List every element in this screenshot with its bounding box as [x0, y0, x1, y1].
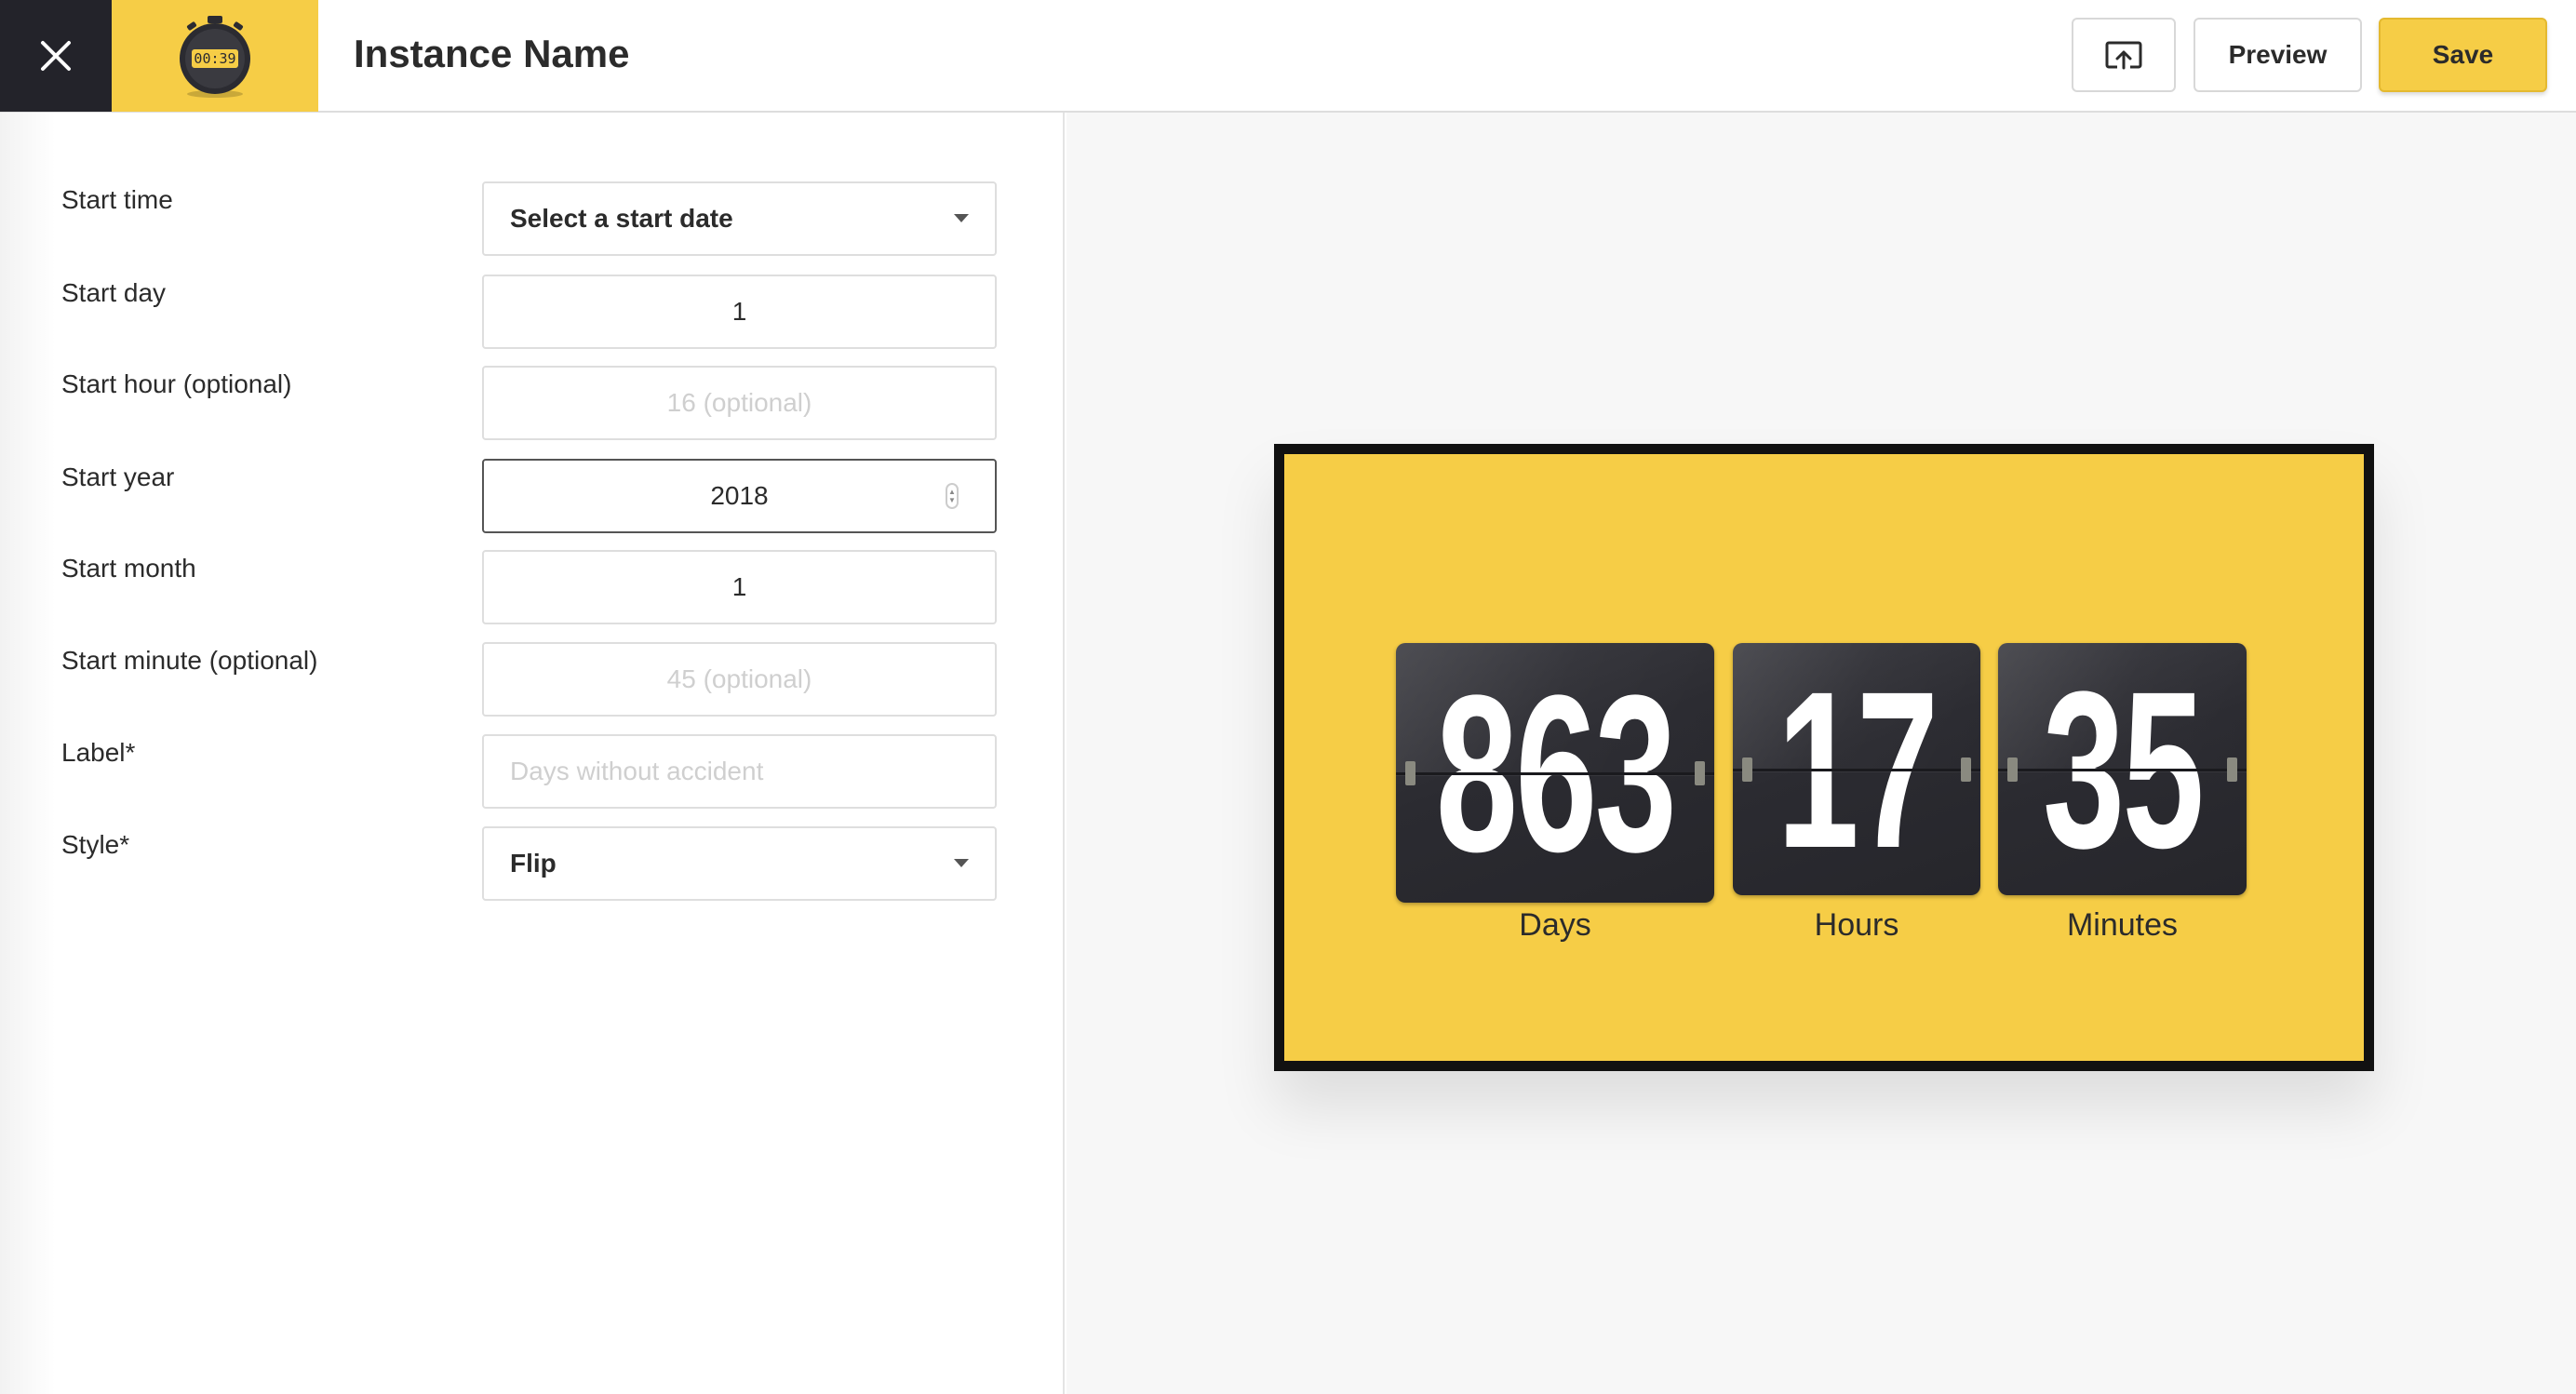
label-field-label: Label* — [61, 738, 136, 767]
stepper-down-icon: ▼ — [948, 496, 956, 504]
chevron-down-icon — [954, 859, 969, 867]
year-stepper[interactable]: ▲ ▼ — [946, 483, 959, 509]
start-hour-input[interactable] — [482, 366, 997, 440]
stopwatch-icon: 00:39 — [180, 16, 250, 98]
hours-flip-card: 17 — [1733, 643, 1980, 895]
cast-screen-icon — [2105, 41, 2142, 70]
chevron-down-icon — [954, 214, 969, 222]
days-label: Days — [1519, 907, 1591, 943]
start-time-label: Start time — [61, 185, 173, 214]
start-month-row: Start month — [0, 550, 1065, 624]
label-input[interactable] — [482, 734, 997, 809]
start-hour-row: Start hour (optional) — [0, 366, 1065, 440]
top-bar: 00:39 Instance Name Preview Save — [0, 0, 2576, 113]
style-row: Style* Flip — [0, 826, 1065, 901]
start-time-value: Select a start date — [510, 204, 733, 233]
hours-label: Hours — [1814, 907, 1899, 943]
style-value: Flip — [510, 849, 557, 878]
days-flip-card: 863 — [1396, 643, 1714, 903]
start-hour-label: Start hour (optional) — [61, 369, 292, 398]
start-year-row: Start year ▲ ▼ — [0, 459, 1065, 533]
start-day-input[interactable] — [482, 275, 997, 349]
start-time-select[interactable]: Select a start date — [482, 181, 997, 256]
close-icon — [41, 41, 71, 71]
minutes-flip-card: 35 — [1998, 643, 2247, 895]
start-time-row: Start time Select a start date — [0, 181, 1065, 256]
style-label: Style* — [61, 830, 130, 859]
page-title: Instance Name — [354, 32, 630, 75]
save-button[interactable]: Save — [2379, 18, 2547, 92]
start-day-row: Start day — [0, 275, 1065, 349]
start-minute-input[interactable] — [482, 642, 997, 717]
minutes-label: Minutes — [2066, 907, 2179, 943]
start-minute-label: Start minute (optional) — [61, 646, 318, 675]
close-button[interactable] — [0, 0, 112, 112]
start-minute-row: Start minute (optional) — [0, 642, 1065, 717]
start-year-label: Start year — [61, 462, 175, 491]
start-month-input[interactable] — [482, 550, 997, 624]
start-month-label: Start month — [61, 554, 196, 583]
preview-button[interactable]: Preview — [2194, 18, 2362, 92]
app-logo: 00:39 — [112, 0, 318, 112]
style-select[interactable]: Flip — [482, 826, 997, 901]
countdown-preview: 863 Days 17 Hours 35 Minutes — [1274, 444, 2374, 1071]
svg-text:00:39: 00:39 — [194, 50, 235, 67]
cast-button[interactable] — [2072, 18, 2176, 92]
stepper-up-icon: ▲ — [948, 488, 956, 496]
label-row: Label* — [0, 734, 1065, 809]
start-day-label: Start day — [61, 278, 167, 307]
start-year-input[interactable] — [482, 459, 997, 533]
